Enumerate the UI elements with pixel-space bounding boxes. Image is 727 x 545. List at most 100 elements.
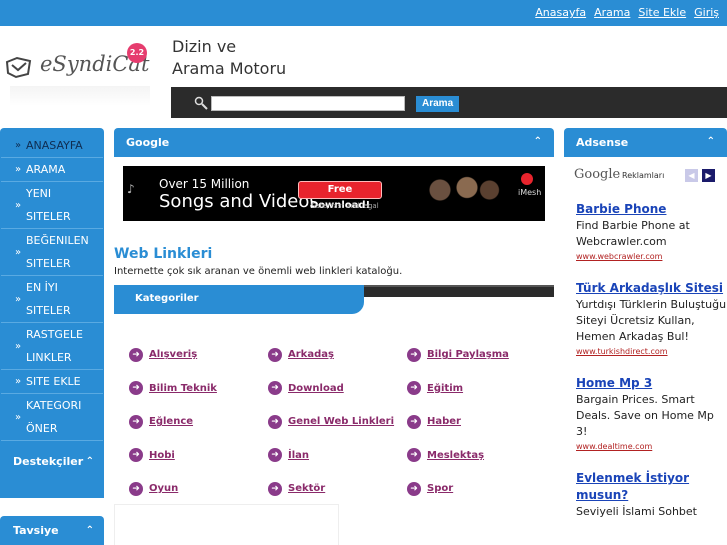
bullet-icon: » [15,411,22,423]
menu-item-label: EN İYI SITELER [26,281,71,317]
ad-title-link[interactable]: Türk Arkadaşlık Sitesi [576,280,727,297]
site-title: Dizin ve Arama Motoru [172,36,286,80]
menu-item-new-sites[interactable]: » YENI SITELER [1,182,103,229]
menu-item-search[interactable]: » ARAMA [1,158,103,182]
category-link[interactable]: Eğitim [427,383,463,394]
category-item: ➜ Arkadaş [268,338,407,372]
ad-title-link[interactable]: Home Mp 3 [576,375,727,392]
ad-url-link[interactable]: www.turkishdirect.com [576,345,727,359]
banner-subtext: Safe, fast and legal [311,202,379,210]
ad-url-link[interactable]: www.dealtime.com [576,440,727,454]
arrow-right-icon: ➜ [407,381,421,396]
category-link[interactable]: Sektör [288,483,325,494]
google-logo: Google [574,167,621,182]
ad-title-link[interactable]: Barbie Phone [576,201,727,218]
site-logo[interactable]: eSyndiCat 2.2 [4,40,149,80]
category-row: ➜ Oyun ➜ Sektör ➜ Spor [129,472,554,506]
top-nav: Anasayfa Arama Site Ekle Giriş [535,6,719,19]
category-link[interactable]: Spor [427,483,453,494]
category-item: ➜ Oyun [129,472,268,506]
arrow-right-icon: ➜ [407,347,421,362]
category-item: ➜ Genel Web Linkleri [268,405,407,439]
arrow-right-icon: ➜ [407,448,421,463]
bullet-icon: » [15,376,22,387]
nav-home-link[interactable]: Anasayfa [535,6,586,19]
category-link[interactable]: Genel Web Linkleri [288,416,394,427]
arrow-right-icon: ➜ [268,414,282,429]
categories-tab[interactable]: Kategoriler [114,285,364,314]
category-item: ➜ Eğitim [407,372,546,406]
ad-url-link[interactable]: www.webcrawler.com [576,250,727,264]
supporters-header[interactable]: Destekçiler ⌃ [0,441,104,481]
ad-banner[interactable]: ♪ Over 15 Million Songs and Videos Free … [123,166,545,221]
category-link[interactable]: Meslektaş [427,450,484,461]
category-row: ➜ Eğlence ➜ Genel Web Linkleri ➜ Haber [129,405,554,439]
menu-item-label: SITE EKLE [26,375,81,388]
menu-item-label: ARAMA [26,163,66,176]
collapse-icon[interactable]: ⌃ [707,136,715,149]
category-link[interactable]: Eğlence [149,416,193,427]
menu-item-label: ANASAYFA [26,139,83,152]
menu-item-add-site[interactable]: » SITE EKLE [1,370,103,394]
arrow-right-icon: ➜ [407,414,421,429]
category-link[interactable]: Bilgi Paylaşma [427,349,509,360]
right-sidebar: Adsense ⌃ Google Reklamları ◀ ▶ Barbie P… [564,128,727,520]
collapse-icon[interactable]: ⌃ [534,136,542,149]
category-link[interactable]: Arkadaş [288,349,334,360]
category-item: ➜ Bilgi Paylaşma [407,338,546,372]
category-link[interactable]: İlan [288,450,309,461]
category-grid: ➜ Alışveriş ➜ Arkadaş ➜ Bilgi Paylaşma ➜ Bil… [129,338,554,506]
magnifier-icon [194,96,208,110]
banner-download-button[interactable]: Free Download! [298,181,382,211]
collapse-icon[interactable]: ⌃ [86,525,94,536]
category-item: ➜ Meslektaş [407,439,546,473]
ad-title-link[interactable]: Evlenmek İstiyor musun? [576,470,727,504]
recommend-header[interactable]: Tavsiye ⌃ [0,516,104,545]
menu-item-label: BEĞENILEN SITELER [26,234,89,270]
category-link[interactable]: Bilim Teknik [149,383,217,394]
menu-item-home[interactable]: » ANASAYFA [1,134,103,158]
google-box-header: Google ⌃ [114,128,554,157]
arrow-right-icon: ➜ [129,414,143,429]
arrow-right-icon: ➜ [129,347,143,362]
search-button[interactable]: Arama [416,96,460,112]
category-link[interactable]: Hobi [149,450,175,461]
category-item: ➜ Eğlence [129,405,268,439]
collapse-icon[interactable]: ⌃ [86,456,94,467]
category-item: ➜ Haber [407,405,546,439]
arrow-right-icon: ➜ [407,481,421,496]
search-input[interactable] [211,96,405,111]
category-link[interactable]: Alışveriş [149,349,197,360]
nav-search-link[interactable]: Arama [594,6,630,19]
bullet-icon: » [15,246,22,258]
main-content: Google ⌃ ♪ Over 15 Million Songs and Vid… [114,128,554,545]
empty-box [114,504,339,545]
banner-line1: Over 15 Million [159,177,250,191]
category-row: ➜ Bilim Teknik ➜ Download ➜ Eğitim [129,372,554,406]
category-link[interactable]: Oyun [149,483,178,494]
category-item: ➜ Bilim Teknik [129,372,268,406]
nav-login-link[interactable]: Giriş [694,6,719,19]
arrow-right-icon: ➜ [268,481,282,496]
menu-item-random-links[interactable]: » RASTGELE LINKLER [1,323,103,370]
nav-add-site-link[interactable]: Site Ekle [638,6,686,19]
menu-item-liked-sites[interactable]: » BEĞENILEN SITELER [1,229,103,276]
google-ads-label: Reklamları [622,171,665,180]
category-item: ➜ Sektör [268,472,407,506]
banner-brand: iMesh [518,188,542,197]
ad-item: Home Mp 3 Bargain Prices. Smart Deals. S… [564,375,727,454]
ad-body: Find Barbie Phone at Webcrawler.com [576,219,690,248]
ad-body: Seviyeli İslami Sohbet [576,505,697,518]
category-link[interactable]: Haber [427,416,461,427]
music-note-icon: ♪ [127,182,135,196]
bullet-icon: » [15,199,22,211]
category-link[interactable]: Download [288,383,344,394]
prev-arrow-icon[interactable]: ◀ [685,169,698,182]
banner-line2: Songs and Videos [159,191,319,212]
menu-item-suggest-category[interactable]: » KATEGORI ÖNER [1,394,103,441]
arrow-right-icon: ➜ [268,381,282,396]
next-arrow-icon[interactable]: ▶ [702,169,715,182]
main-menu: » ANASAYFA » ARAMA » YENI SITELER » BEĞENILE… [0,128,104,498]
menu-item-top-sites[interactable]: » EN İYI SITELER [1,276,103,323]
bullet-icon: » [15,340,22,352]
